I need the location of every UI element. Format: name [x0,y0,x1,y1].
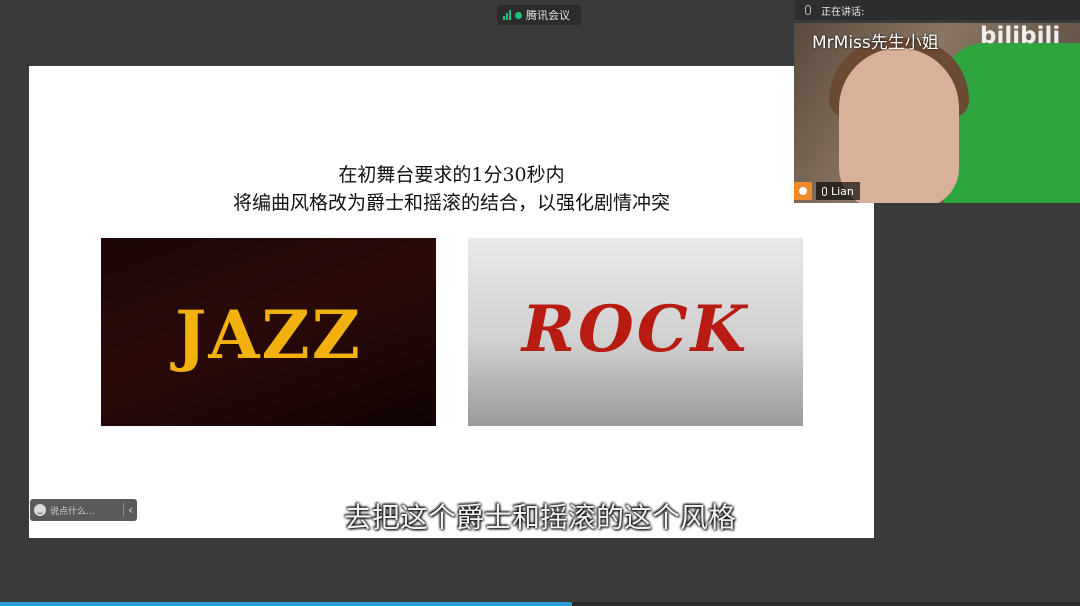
meeting-app-badge[interactable]: 腾讯会议 [497,5,581,25]
slide-title-line1: 在初舞台要求的1分30秒内 [338,164,565,186]
progress-fill [0,602,573,606]
chat-input-bar[interactable]: 说点什么... ‹ [30,499,137,521]
rock-photo: ROCK [468,238,803,426]
slide-title-line2: 将编曲风格改为爵士和摇滚的结合，以强化剧情冲突 [232,192,670,214]
participant-name: Lian [831,184,854,198]
chat-placeholder[interactable]: 说点什么... [50,504,119,517]
video-subtitle: 去把这个爵士和摇滚的这个风格 [343,501,736,534]
divider [123,503,125,517]
emoji-icon[interactable] [34,504,46,516]
slide-title: 在初舞台要求的1分30秒内 将编曲风格改为爵士和摇滚的结合，以强化剧情冲突 [29,161,874,217]
microphone-icon [805,5,811,15]
video-progress-bar[interactable] [0,602,1080,606]
signal-icon [503,10,511,20]
video-frame-shirt [944,43,1080,203]
jazz-label: JAZZ [175,296,362,374]
presentation-slide: 在初舞台要求的1分30秒内 将编曲风格改为爵士和摇滚的结合，以强化剧情冲突 JA… [29,66,874,538]
jazz-photo: JAZZ [101,238,436,426]
participant-video[interactable]: MrMiss先生小姐 bilibili Lian [794,23,1080,203]
rock-label: ROCK [521,292,750,367]
user-avatar-icon [794,182,812,200]
chevron-left-icon[interactable]: ‹ [128,503,133,517]
microphone-icon [822,186,827,196]
participant-name-tag: Lian [794,181,860,201]
app-title: 腾讯会议 [526,9,570,22]
bilibili-logo: bilibili [980,23,1061,49]
status-dot-icon [515,11,522,19]
channel-watermark: MrMiss先生小姐 [812,33,939,53]
speaking-indicator: 正在讲话: [795,0,1080,20]
speaking-label: 正在讲话: [821,6,865,18]
video-frame-face [839,48,959,203]
